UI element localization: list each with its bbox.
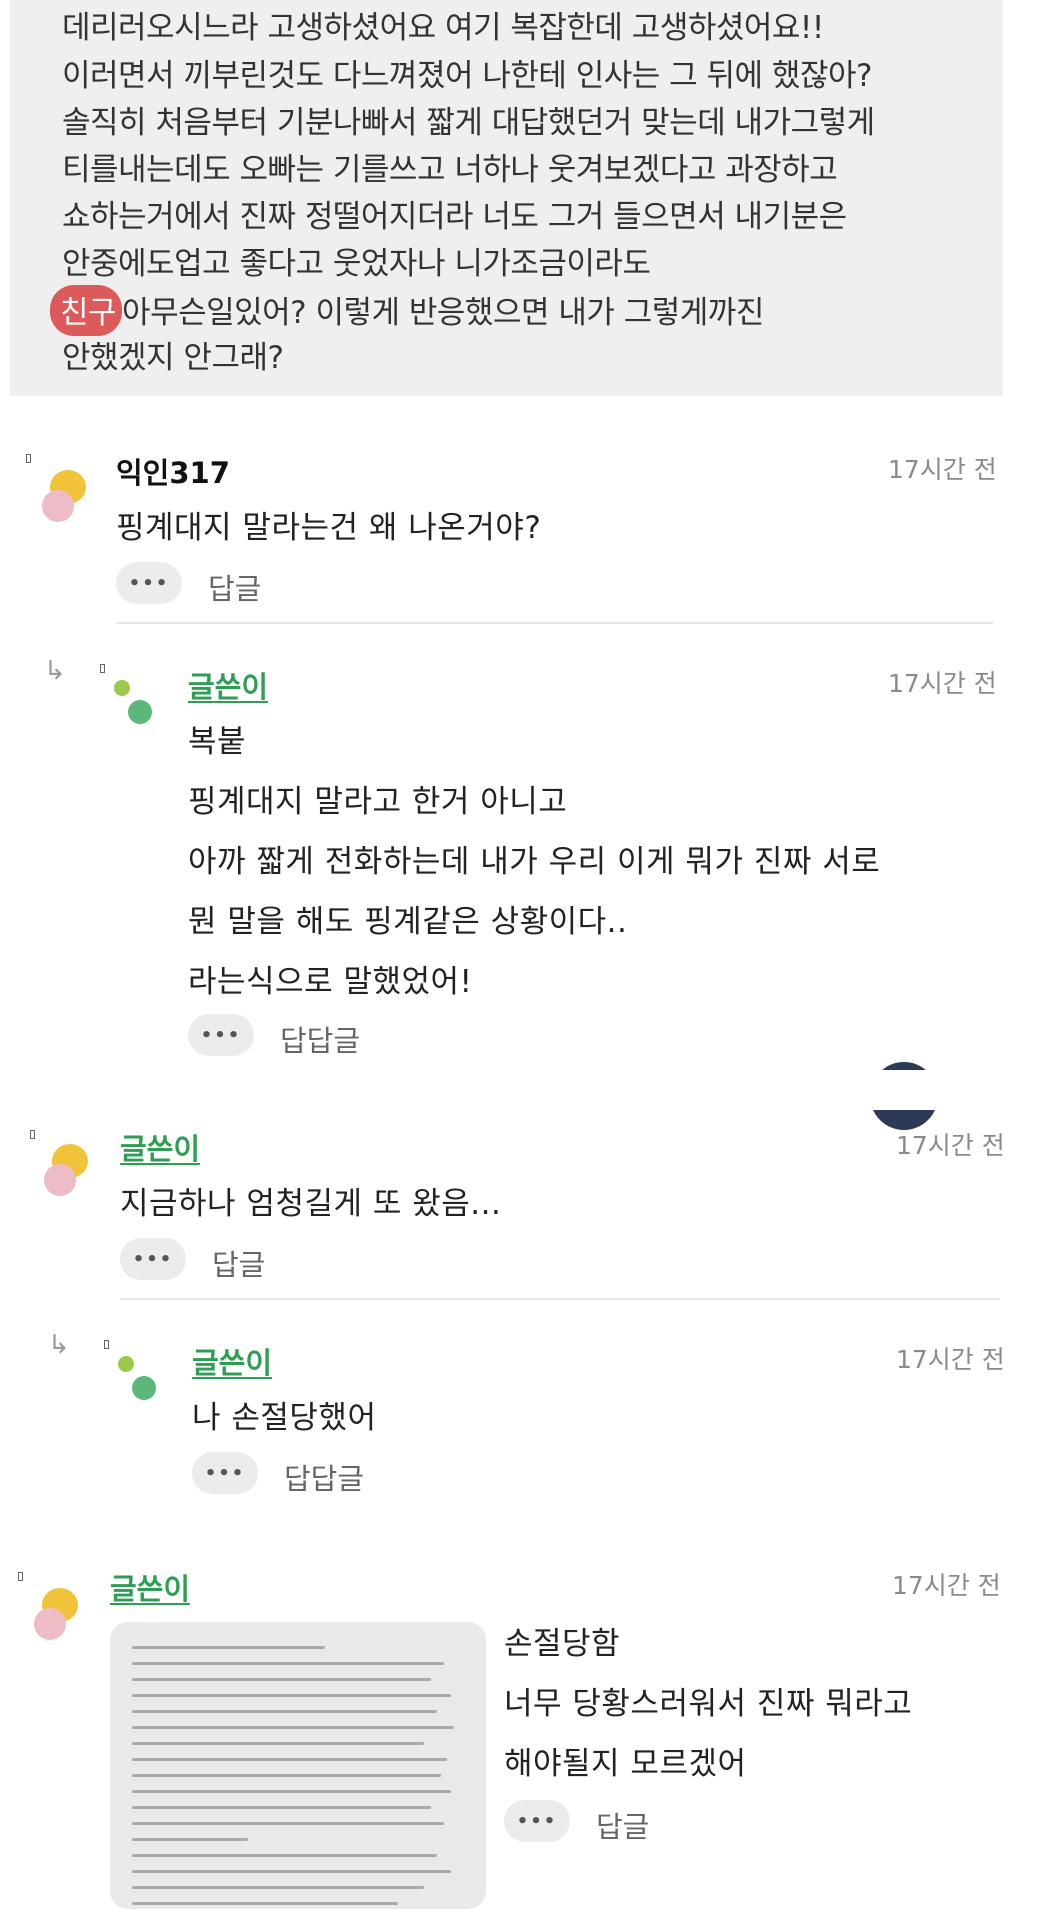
more-button[interactable]: ••• xyxy=(116,562,182,604)
checkbox-icon[interactable] xyxy=(30,1130,35,1139)
comment-text: 핑계대지 말라는건 왜 나온거야? xyxy=(116,510,542,546)
comment-text: 뭔 말을 해도 핑계같은 상황이다.. xyxy=(188,904,628,940)
avatar-icon xyxy=(110,676,166,732)
comment-text: 나 손절당했어 xyxy=(192,1400,377,1436)
checkbox-icon[interactable] xyxy=(104,1340,109,1349)
comment-author[interactable]: 글쓴이 xyxy=(110,1566,190,1608)
checkbox-icon[interactable] xyxy=(18,1572,23,1581)
comment-author[interactable]: 글쓴이 xyxy=(120,1126,200,1168)
comment-text: 복붙 xyxy=(188,724,247,760)
comment-time: 17시간 전 xyxy=(896,1345,1005,1374)
excerpt-line: 안중에도업고 좋다고 웃었자나 니가조금이라도 xyxy=(62,246,651,282)
excerpt-line: 솔직히 처음부터 기분나빠서 짧게 대답했던거 맞는데 내가그렇게 xyxy=(62,105,875,141)
checkbox-icon[interactable] xyxy=(26,454,31,463)
comment-text: 핑계대지 말라고 한거 아니고 xyxy=(188,784,568,820)
more-button[interactable]: ••• xyxy=(120,1238,186,1280)
avatar-icon xyxy=(38,470,94,526)
comment-time: 17시간 전 xyxy=(892,1571,1001,1600)
divider xyxy=(116,622,993,624)
more-button[interactable]: ••• xyxy=(192,1452,258,1494)
comment-text: 아까 짧게 전화하는데 내가 우리 이게 뭐가 진짜 서로 xyxy=(188,844,881,880)
post-excerpt-box: 데리러오시느라 고생하셨어요 여기 복잡한데 고생하셨어요!! 이러면서 끼부린… xyxy=(10,0,1003,396)
comment-time: 17시간 전 xyxy=(896,1131,1005,1160)
section-gap xyxy=(0,1070,1039,1110)
comment-text: 라는식으로 말했었어! xyxy=(188,964,473,1000)
more-button[interactable]: ••• xyxy=(188,1014,254,1056)
comment-text: 손절당함 xyxy=(504,1626,621,1662)
comment-author[interactable]: 글쓴이 xyxy=(192,1340,272,1382)
excerpt-line: 데리러오시느라 고생하셨어요 여기 복잡한데 고생하셨어요!! xyxy=(62,10,824,46)
attached-image-thumbnail[interactable] xyxy=(110,1622,486,1909)
excerpt-line: 안했겠지 안그래? xyxy=(62,340,284,376)
friend-badge: 친구 xyxy=(50,285,123,336)
avatar-icon xyxy=(30,1588,86,1644)
comment-author[interactable]: 글쓴이 xyxy=(188,664,268,706)
reply-button[interactable]: 답글 xyxy=(212,1242,265,1284)
comment-time: 17시간 전 xyxy=(888,455,997,484)
reply-arrow-icon: ↳ xyxy=(48,1330,70,1360)
reply-button[interactable]: 답글 xyxy=(596,1804,649,1846)
comment-text: 해야될지 모르겠어 xyxy=(504,1746,747,1782)
excerpt-line: 쇼하는거에서 진짜 정떨어지더라 너도 그거 들으면서 내기분은 xyxy=(62,199,847,235)
reply-button[interactable]: 답글 xyxy=(208,566,261,608)
excerpt-line: 아무슨일있어? 이렇게 반응했으면 내가 그렇게까진 xyxy=(122,295,764,331)
excerpt-line-with-badge: 친구 아무슨일있어? 이렇게 반응했으면 내가 그렇게까진 xyxy=(50,285,764,336)
comment-time: 17시간 전 xyxy=(888,669,997,698)
comment-author[interactable]: 익인317 xyxy=(116,450,230,492)
more-button[interactable]: ••• xyxy=(504,1800,570,1842)
checkbox-icon[interactable] xyxy=(100,664,105,673)
avatar-icon xyxy=(114,1352,170,1408)
comment-text: 너무 당황스러워서 진짜 뭐라고 xyxy=(504,1686,913,1722)
excerpt-line: 이러면서 끼부린것도 다느껴졌어 나한테 인사는 그 뒤에 했잖아? xyxy=(62,58,872,94)
avatar-icon xyxy=(40,1144,96,1200)
divider xyxy=(120,1298,1000,1300)
reply-button[interactable]: 답답글 xyxy=(284,1456,364,1498)
reply-arrow-icon: ↳ xyxy=(44,656,66,686)
excerpt-line: 티를내는데도 오빠는 기를쓰고 너하나 웃겨보겠다고 과장하고 xyxy=(62,152,838,188)
comment-text: 지금하나 엄청길게 또 왔음... xyxy=(120,1186,502,1222)
reply-button[interactable]: 답답글 xyxy=(280,1018,360,1060)
